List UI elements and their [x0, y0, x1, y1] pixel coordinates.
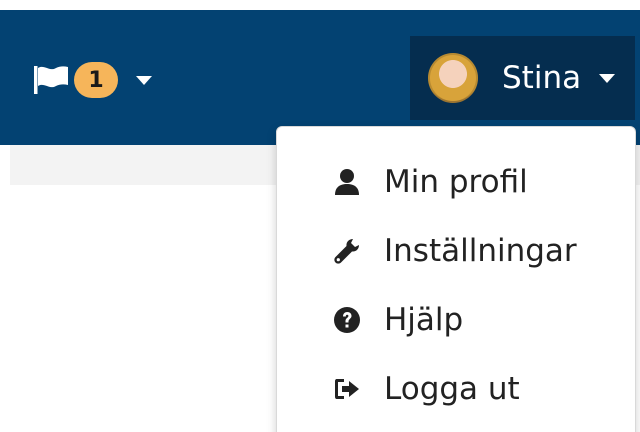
wrench-icon: [333, 237, 361, 265]
sign-out-icon: [333, 375, 361, 403]
notifications-toggle[interactable]: 1: [32, 58, 152, 102]
menu-item-label: Inställningar: [384, 233, 577, 269]
top-strip: [0, 0, 640, 10]
menu-item-logga-ut[interactable]: Logga ut: [277, 361, 635, 417]
menu-item-label: Hjälp: [384, 302, 464, 338]
menu-item-label: Logga ut: [384, 371, 520, 407]
menu-item-installningar[interactable]: Inställningar: [277, 223, 635, 279]
menu-item-label: Min profil: [384, 164, 528, 200]
question-circle-icon: [333, 306, 361, 334]
notification-badge: 1: [74, 62, 118, 98]
avatar: [428, 53, 478, 103]
flag-icon: [34, 66, 68, 94]
menu-item-hjalp[interactable]: Hjälp: [277, 292, 635, 348]
page: 1 Stina Min profil Inställningar Hjälp L…: [0, 0, 640, 432]
chevron-down-icon: [136, 75, 152, 85]
chevron-down-icon: [599, 73, 616, 83]
menu-item-min-profil[interactable]: Min profil: [277, 154, 635, 210]
user-menu-toggle[interactable]: Stina: [410, 36, 635, 120]
left-edge: [0, 145, 10, 432]
user-dropdown-menu: Min profil Inställningar Hjälp Logga ut: [276, 126, 636, 432]
user-icon: [333, 168, 361, 196]
user-name: Stina: [502, 60, 582, 96]
